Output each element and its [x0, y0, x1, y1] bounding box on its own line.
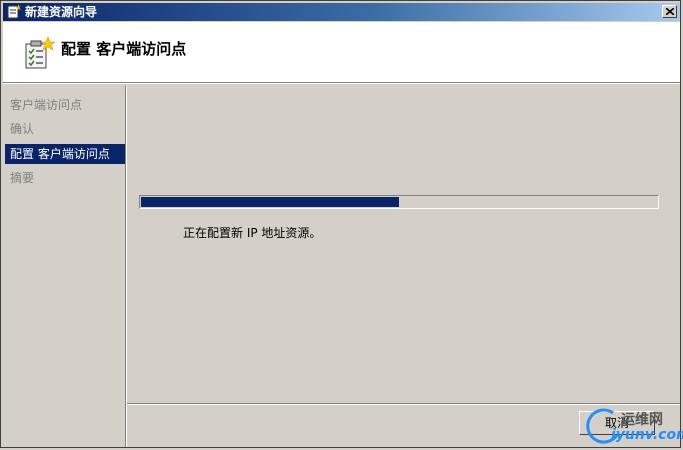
title-bar[interactable]: 新建资源向导	[3, 3, 680, 21]
sidebar-item-client-access-point[interactable]: 客户端访问点	[5, 95, 125, 115]
status-text: 正在配置新 IP 地址资源。	[183, 226, 322, 240]
sidebar-item-configure-client-access-point[interactable]: 配置 客户端访问点	[5, 144, 125, 164]
wizard-steps-sidebar: 客户端访问点 确认 配置 客户端访问点 摘要	[3, 85, 125, 447]
close-icon	[666, 8, 674, 15]
close-button[interactable]	[662, 5, 677, 18]
progress-bar-fill	[141, 197, 399, 207]
wizard-header: 配置 客户端访问点	[3, 22, 680, 82]
page-title: 配置 客户端访问点	[61, 40, 187, 58]
header-divider	[3, 82, 680, 84]
main-content: 正在配置新 IP 地址资源。	[127, 85, 680, 403]
wizard-window: 新建资源向导 配置 客户端访问点 客户端访问点 确认 配置 客户端访问点 摘要 …	[0, 0, 683, 448]
wizard-clipboard-icon	[21, 36, 56, 70]
wizard-icon	[7, 4, 21, 19]
sidebar-item-summary[interactable]: 摘要	[5, 168, 125, 188]
footer-divider	[127, 403, 680, 405]
progress-bar	[139, 195, 659, 209]
window-title: 新建资源向导	[25, 5, 98, 19]
sidebar-item-confirm[interactable]: 确认	[5, 119, 125, 139]
cancel-button[interactable]: 取消	[579, 411, 655, 435]
